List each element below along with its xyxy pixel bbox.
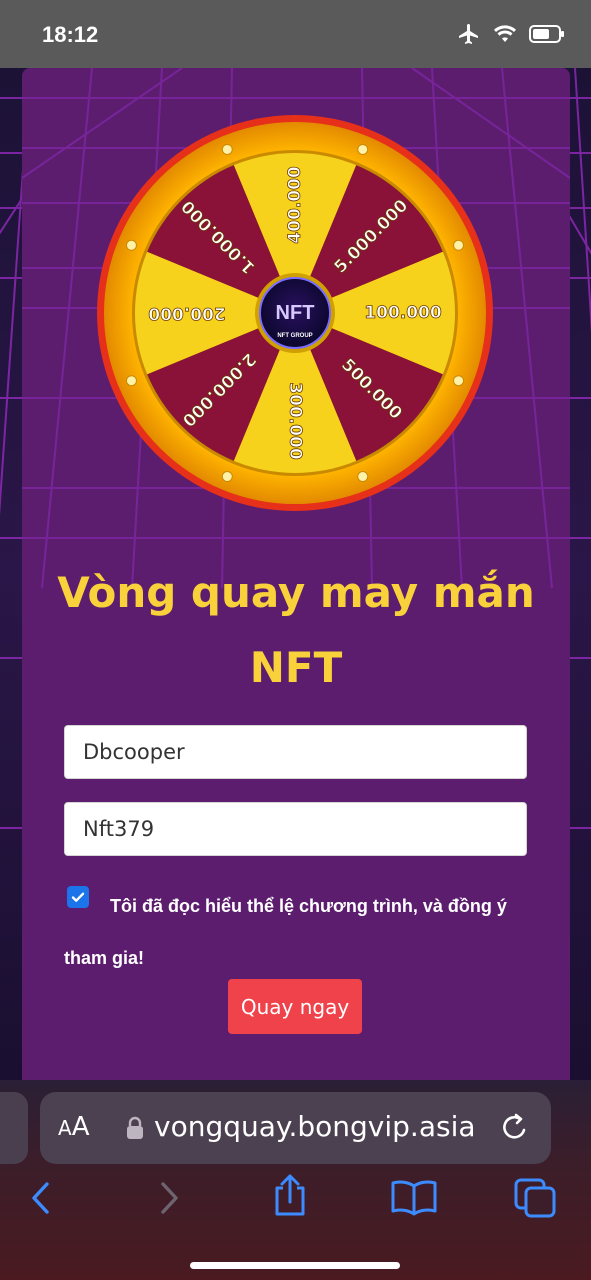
wheel-segment-label: 300.000 — [285, 382, 305, 460]
status-time: 18:12 — [42, 22, 99, 47]
main-card: 400.000 5.000.000 100.000 500.000 300.000 2.0… — [22, 68, 570, 1080]
forward-icon[interactable] — [156, 1178, 182, 1218]
wheel-rim-light — [125, 239, 137, 251]
agree-label: Tôi đã đọc hiểu thể lệ chương trình, và … — [64, 896, 507, 968]
aa-small-letter: A — [58, 1116, 72, 1140]
wheel-rim-light — [453, 375, 465, 387]
back-icon[interactable] — [28, 1178, 54, 1218]
spin-button[interactable]: Quay ngay — [228, 979, 362, 1034]
wheel-segment-label: 100.000 — [364, 303, 442, 323]
checkmark-icon — [71, 892, 85, 902]
browser-bottom-bar: AA vongquay.bongvip.asia — [0, 1080, 591, 1280]
battery-icon — [529, 25, 564, 43]
previous-tab-peek[interactable] — [0, 1092, 28, 1164]
airplane-icon — [459, 24, 478, 44]
page-title: Vòng quay may mắn — [57, 568, 535, 617]
wheel-rim-light — [357, 143, 369, 155]
status-bar: 18:12 — [0, 0, 591, 68]
lock-icon — [127, 1116, 143, 1139]
reader-aa-button[interactable]: AA — [58, 1112, 89, 1142]
nft-logo-subtitle: NFT GROUP — [277, 333, 312, 339]
agree-checkbox[interactable] — [67, 886, 89, 908]
wheel-rim-light — [221, 471, 233, 483]
url-text: vongquay.bongvip.asia — [154, 1110, 476, 1143]
wheel-rim-light — [453, 239, 465, 251]
wheel-segment-label: 400.000 — [285, 166, 305, 244]
wheel-graphic: 400.000 5.000.000100.000500.000300.0002.0… — [97, 115, 493, 511]
wheel-rim-light — [357, 471, 369, 483]
page-subtitle: NFT — [249, 643, 343, 692]
home-indicator[interactable] — [190, 1262, 400, 1269]
wheel-segment-label: 200.000 — [148, 303, 226, 323]
lucky-wheel[interactable]: 400.000 5.000.000 100.000 500.000 300.000 2.0… — [95, 113, 495, 513]
tabs-icon[interactable] — [512, 1176, 560, 1220]
reload-icon[interactable] — [500, 1112, 530, 1144]
nft-logo-text: NFT — [276, 302, 315, 324]
name-input[interactable]: Dbcooper — [64, 725, 527, 779]
share-icon[interactable] — [270, 1172, 310, 1218]
bookmarks-icon[interactable] — [390, 1178, 438, 1218]
wheel-rim-light — [125, 375, 137, 387]
wheel-rim-light — [221, 143, 233, 155]
status-icons — [457, 22, 565, 46]
code-input[interactable]: Nft379 — [64, 802, 527, 856]
aa-large-letter: A — [71, 1112, 90, 1142]
address-bar[interactable]: AA vongquay.bongvip.asia — [40, 1092, 551, 1164]
wifi-icon — [494, 25, 516, 42]
